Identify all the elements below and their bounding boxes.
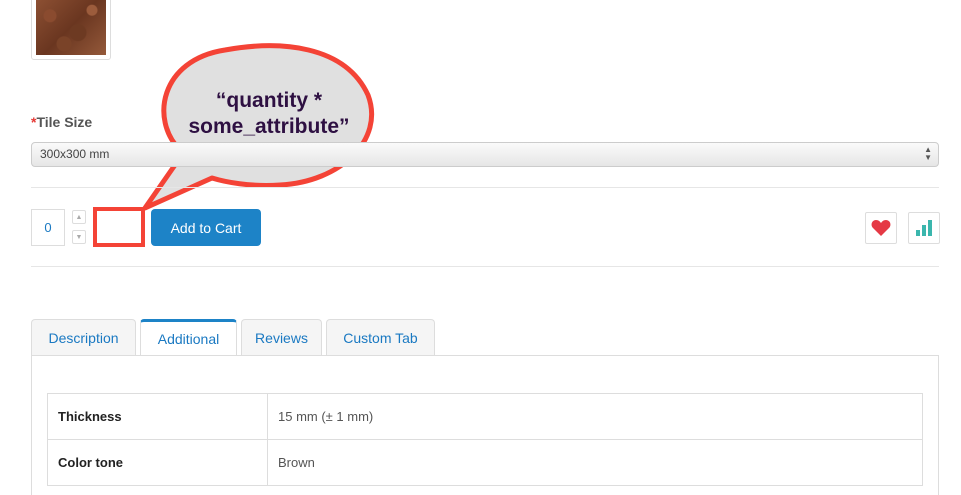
decrement-icon[interactable]: ▼	[72, 230, 86, 244]
heart-icon	[871, 220, 891, 236]
option-label-text: Tile Size	[36, 114, 93, 130]
table-row: Color tone Brown	[47, 439, 923, 486]
option-label: *Tile Size	[31, 114, 92, 130]
tile-size-select[interactable]: 300x300 mm ▲ ▼	[31, 142, 939, 167]
spec-value: Brown	[267, 439, 923, 486]
increment-icon[interactable]: ▲	[72, 210, 86, 224]
quantity-input[interactable]: 0	[31, 209, 65, 246]
divider	[31, 266, 939, 267]
callout-line-2: some_attribute”	[188, 115, 350, 138]
tab-additional[interactable]: Additional	[140, 319, 237, 356]
bar-chart-icon	[916, 220, 932, 236]
product-tabs: Description Additional Reviews Custom Ta…	[31, 319, 439, 356]
wishlist-button[interactable]	[865, 212, 897, 244]
add-to-cart-button[interactable]: Add to Cart	[151, 209, 261, 246]
table-row: Thickness 15 mm (± 1 mm)	[47, 393, 923, 440]
spec-key: Color tone	[47, 439, 268, 486]
divider	[31, 187, 939, 188]
tab-description[interactable]: Description	[31, 319, 136, 355]
tab-reviews[interactable]: Reviews	[241, 319, 322, 355]
highlighted-attribute-field[interactable]	[93, 207, 145, 247]
compare-button[interactable]	[908, 212, 940, 244]
callout-text: “quantity * some_attribute”	[164, 88, 374, 140]
callout-line-1: “quantity *	[215, 89, 323, 112]
spec-value: 15 mm (± 1 mm)	[267, 393, 923, 440]
tile-size-selected: 300x300 mm	[40, 147, 110, 161]
tab-custom[interactable]: Custom Tab	[326, 319, 435, 355]
select-arrows-icon: ▲ ▼	[924, 145, 932, 162]
specs-table: Thickness 15 mm (± 1 mm) Color tone Brow…	[47, 393, 923, 486]
quantity-stepper[interactable]: ▲ ▼	[72, 210, 86, 250]
spec-key: Thickness	[47, 393, 268, 440]
